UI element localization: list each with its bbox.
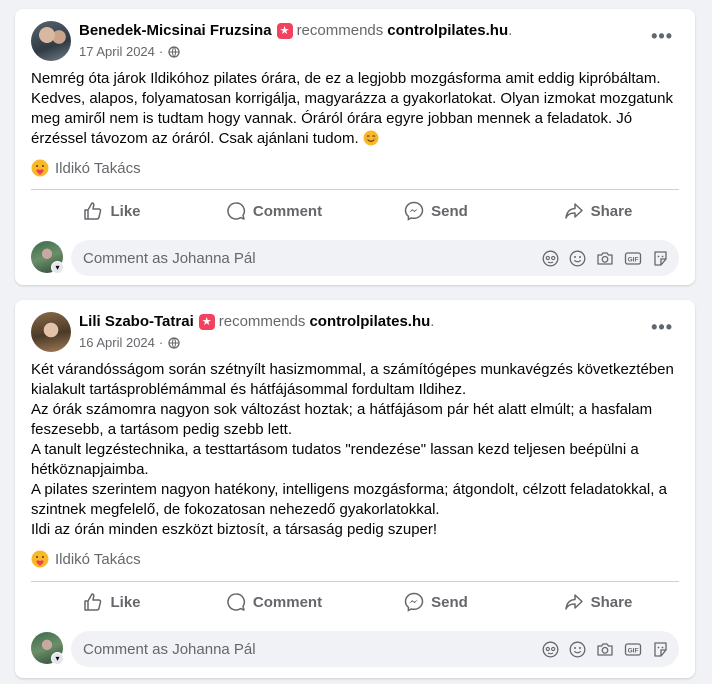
comment-tools: GIF bbox=[532, 641, 669, 658]
send-label: Send bbox=[431, 593, 468, 611]
camera-icon[interactable] bbox=[596, 250, 614, 267]
like-label: Like bbox=[110, 202, 141, 220]
emoji-icon[interactable] bbox=[569, 641, 586, 658]
page-link[interactable]: controlpilates.hu bbox=[309, 313, 430, 330]
like-button[interactable]: Like bbox=[31, 193, 193, 229]
review-post: Lili Szabo-Tatrai recommends controlpila… bbox=[15, 300, 695, 678]
share-icon bbox=[564, 594, 583, 610]
gif-icon[interactable]: GIF bbox=[624, 641, 642, 658]
author-avatar[interactable] bbox=[31, 312, 71, 352]
post-header: Lili Szabo-Tatrai recommends controlpila… bbox=[79, 313, 434, 330]
svg-text:GIF: GIF bbox=[628, 256, 639, 263]
post-actions: Like Comment Send Share bbox=[31, 193, 679, 229]
comment-label: Comment bbox=[252, 593, 323, 611]
page-link[interactable]: controlpilates.hu bbox=[387, 22, 508, 39]
emoji-icon[interactable] bbox=[569, 250, 586, 267]
camera-icon[interactable] bbox=[596, 641, 614, 658]
like-button[interactable]: Like bbox=[31, 584, 193, 620]
post-text: Két várandósságom során szétnyílt hasizm… bbox=[31, 361, 674, 538]
comment-label: Comment bbox=[252, 202, 323, 220]
send-label: Send bbox=[431, 202, 468, 220]
svg-text:GIF: GIF bbox=[628, 647, 639, 654]
header-period: . bbox=[508, 22, 513, 39]
comment-composer: ▾ Comment as Johanna Pál GIF bbox=[31, 631, 679, 667]
share-label: Share bbox=[590, 593, 633, 611]
avatar-sticker-icon[interactable] bbox=[542, 250, 559, 267]
author-name[interactable]: Benedek-Micsinai Fruzsina bbox=[79, 22, 272, 39]
post-actions: Like Comment Send Share bbox=[31, 584, 679, 620]
post-body: Nemrég óta járok Ildikóhoz pilates órára… bbox=[31, 69, 681, 149]
comment-tools: GIF bbox=[532, 250, 669, 267]
comment-placeholder: Comment as Johanna Pál bbox=[83, 249, 256, 267]
post-date[interactable]: 17 April 2024 bbox=[79, 44, 155, 59]
recommends-label: recommends bbox=[218, 313, 306, 330]
like-icon bbox=[84, 202, 102, 220]
send-button[interactable]: Send bbox=[355, 584, 517, 620]
comment-icon bbox=[227, 202, 245, 220]
smiling-face-emoji-icon bbox=[363, 130, 379, 146]
comment-placeholder: Comment as Johanna Pál bbox=[83, 640, 256, 658]
more-options-icon[interactable]: ••• bbox=[651, 27, 673, 45]
post-date[interactable]: 16 April 2024 bbox=[79, 335, 155, 350]
like-icon bbox=[84, 593, 102, 611]
meta-separator: · bbox=[158, 335, 164, 350]
post-body: Két várandósságom során szétnyílt hasizm… bbox=[31, 360, 681, 540]
comment-button[interactable]: Comment bbox=[193, 193, 355, 229]
divider bbox=[31, 189, 679, 190]
recommend-star-icon bbox=[276, 22, 293, 39]
author-avatar[interactable] bbox=[31, 21, 71, 61]
post-meta: 17 April 2024 · bbox=[79, 44, 180, 59]
share-button[interactable]: Share bbox=[517, 584, 679, 620]
comment-input[interactable]: Comment as Johanna Pál GIF bbox=[71, 240, 679, 276]
globe-icon[interactable] bbox=[168, 336, 180, 349]
reaction-summary[interactable]: Ildikó Takács bbox=[31, 159, 141, 177]
sticker-icon[interactable] bbox=[652, 250, 669, 267]
recommend-star-icon bbox=[198, 313, 215, 330]
header-period: . bbox=[430, 313, 435, 330]
sticker-icon[interactable] bbox=[652, 641, 669, 658]
gif-icon[interactable]: GIF bbox=[624, 250, 642, 267]
divider bbox=[31, 581, 679, 582]
reactor-name: Ildikó Takács bbox=[55, 159, 141, 177]
post-text: Nemrég óta járok Ildikóhoz pilates órára… bbox=[31, 70, 673, 147]
chevron-down-icon[interactable]: ▾ bbox=[51, 652, 64, 665]
globe-icon[interactable] bbox=[168, 45, 180, 58]
author-name[interactable]: Lili Szabo-Tatrai bbox=[79, 313, 194, 330]
post-header: Benedek-Micsinai Fruzsina recommends con… bbox=[79, 22, 512, 39]
messenger-icon bbox=[404, 201, 424, 221]
comment-composer: ▾ Comment as Johanna Pál GIF bbox=[31, 240, 679, 276]
comment-icon bbox=[227, 593, 245, 611]
comment-button[interactable]: Comment bbox=[193, 584, 355, 620]
like-label: Like bbox=[110, 593, 141, 611]
avatar-sticker-icon[interactable] bbox=[542, 641, 559, 658]
share-icon bbox=[564, 203, 583, 219]
meta-separator: · bbox=[158, 44, 164, 59]
care-reaction-icon bbox=[31, 550, 49, 568]
post-meta: 16 April 2024 · bbox=[79, 335, 180, 350]
care-reaction-icon bbox=[31, 159, 49, 177]
recommends-label: recommends bbox=[296, 22, 384, 39]
share-button[interactable]: Share bbox=[517, 193, 679, 229]
reactor-name: Ildikó Takács bbox=[55, 550, 141, 568]
chevron-down-icon[interactable]: ▾ bbox=[51, 261, 64, 274]
send-button[interactable]: Send bbox=[355, 193, 517, 229]
reaction-summary[interactable]: Ildikó Takács bbox=[31, 550, 141, 568]
more-options-icon[interactable]: ••• bbox=[651, 318, 673, 336]
share-label: Share bbox=[590, 202, 633, 220]
comment-input[interactable]: Comment as Johanna Pál GIF bbox=[71, 631, 679, 667]
review-post: Benedek-Micsinai Fruzsina recommends con… bbox=[15, 9, 695, 285]
messenger-icon bbox=[404, 592, 424, 612]
